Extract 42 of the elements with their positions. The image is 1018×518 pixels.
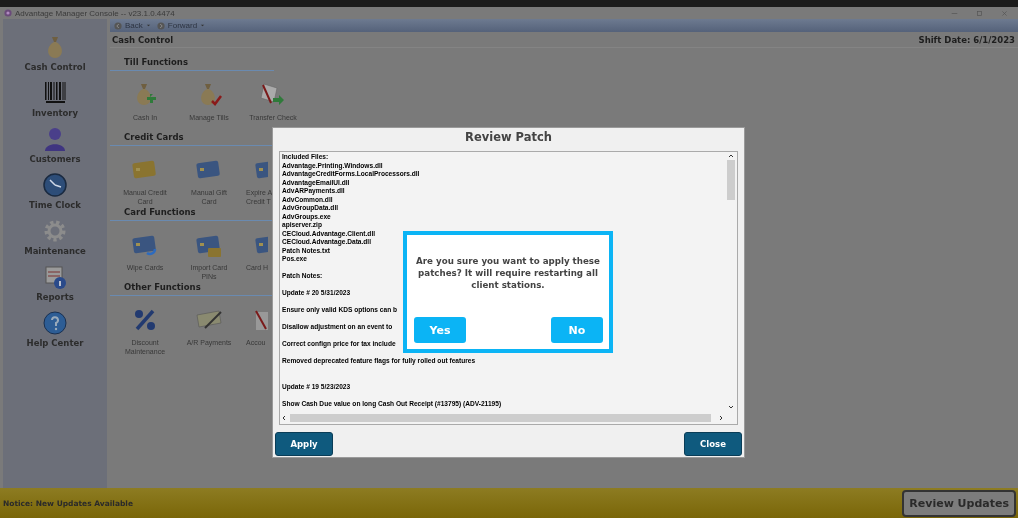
close-button[interactable]: Close bbox=[684, 432, 742, 456]
section-heading: Credit Cards bbox=[124, 132, 184, 142]
apply-button[interactable]: Apply bbox=[275, 432, 333, 456]
scroll-up-icon[interactable] bbox=[727, 152, 735, 160]
barcode-icon[interactable] bbox=[43, 80, 67, 106]
forward-arrow-icon[interactable] bbox=[156, 21, 165, 30]
back-button[interactable]: Back bbox=[125, 21, 143, 30]
review-updates-button[interactable]: Review Updates bbox=[902, 489, 1016, 517]
sidebar-item[interactable]: Help Center bbox=[26, 338, 84, 348]
scroll-down-icon[interactable] bbox=[727, 403, 735, 411]
person-icon[interactable] bbox=[43, 126, 67, 152]
section-heading: Till Functions bbox=[124, 57, 188, 67]
close-icon[interactable] bbox=[1001, 9, 1008, 17]
section-heading: Other Functions bbox=[124, 282, 201, 292]
clock-icon[interactable] bbox=[43, 172, 67, 198]
page-title: Cash Control bbox=[112, 34, 174, 45]
sidebar-item[interactable]: Maintenance bbox=[24, 246, 86, 256]
forward-button[interactable]: Forward bbox=[167, 21, 198, 30]
scroll-thumb[interactable] bbox=[290, 414, 711, 422]
maximize-icon[interactable] bbox=[976, 9, 983, 17]
sidebar-item[interactable]: Inventory bbox=[31, 108, 79, 118]
horizontal-scrollbar[interactable] bbox=[280, 413, 725, 423]
help-icon[interactable] bbox=[43, 310, 67, 336]
back-arrow-icon[interactable] bbox=[114, 21, 122, 30]
shift-date: Shift Date: 6/1/2023 bbox=[918, 34, 1015, 45]
sidebar-item[interactable]: Customers bbox=[29, 154, 81, 164]
yes-button[interactable]: Yes bbox=[414, 317, 466, 343]
scroll-right-icon[interactable] bbox=[717, 414, 725, 422]
no-button[interactable]: No bbox=[551, 317, 603, 343]
caret-icon[interactable] bbox=[200, 23, 206, 28]
caret-icon[interactable] bbox=[145, 23, 151, 28]
dialog-title: Review Patch bbox=[464, 129, 553, 146]
section-heading: Card Functions bbox=[124, 207, 196, 217]
sidebar-item[interactable]: Reports bbox=[36, 292, 74, 302]
gear-icon[interactable] bbox=[43, 218, 67, 244]
calendar-info-icon[interactable] bbox=[43, 264, 67, 290]
scroll-thumb[interactable] bbox=[727, 160, 735, 200]
app-logo-icon bbox=[4, 9, 12, 17]
scroll-left-icon[interactable] bbox=[280, 414, 288, 422]
sidebar-item[interactable]: Cash Control bbox=[24, 62, 86, 72]
sidebar-item[interactable]: Time Clock bbox=[29, 200, 81, 210]
confirm-message: Are you sure you want to apply these patches? It will require restarting all client stations. bbox=[415, 255, 601, 291]
